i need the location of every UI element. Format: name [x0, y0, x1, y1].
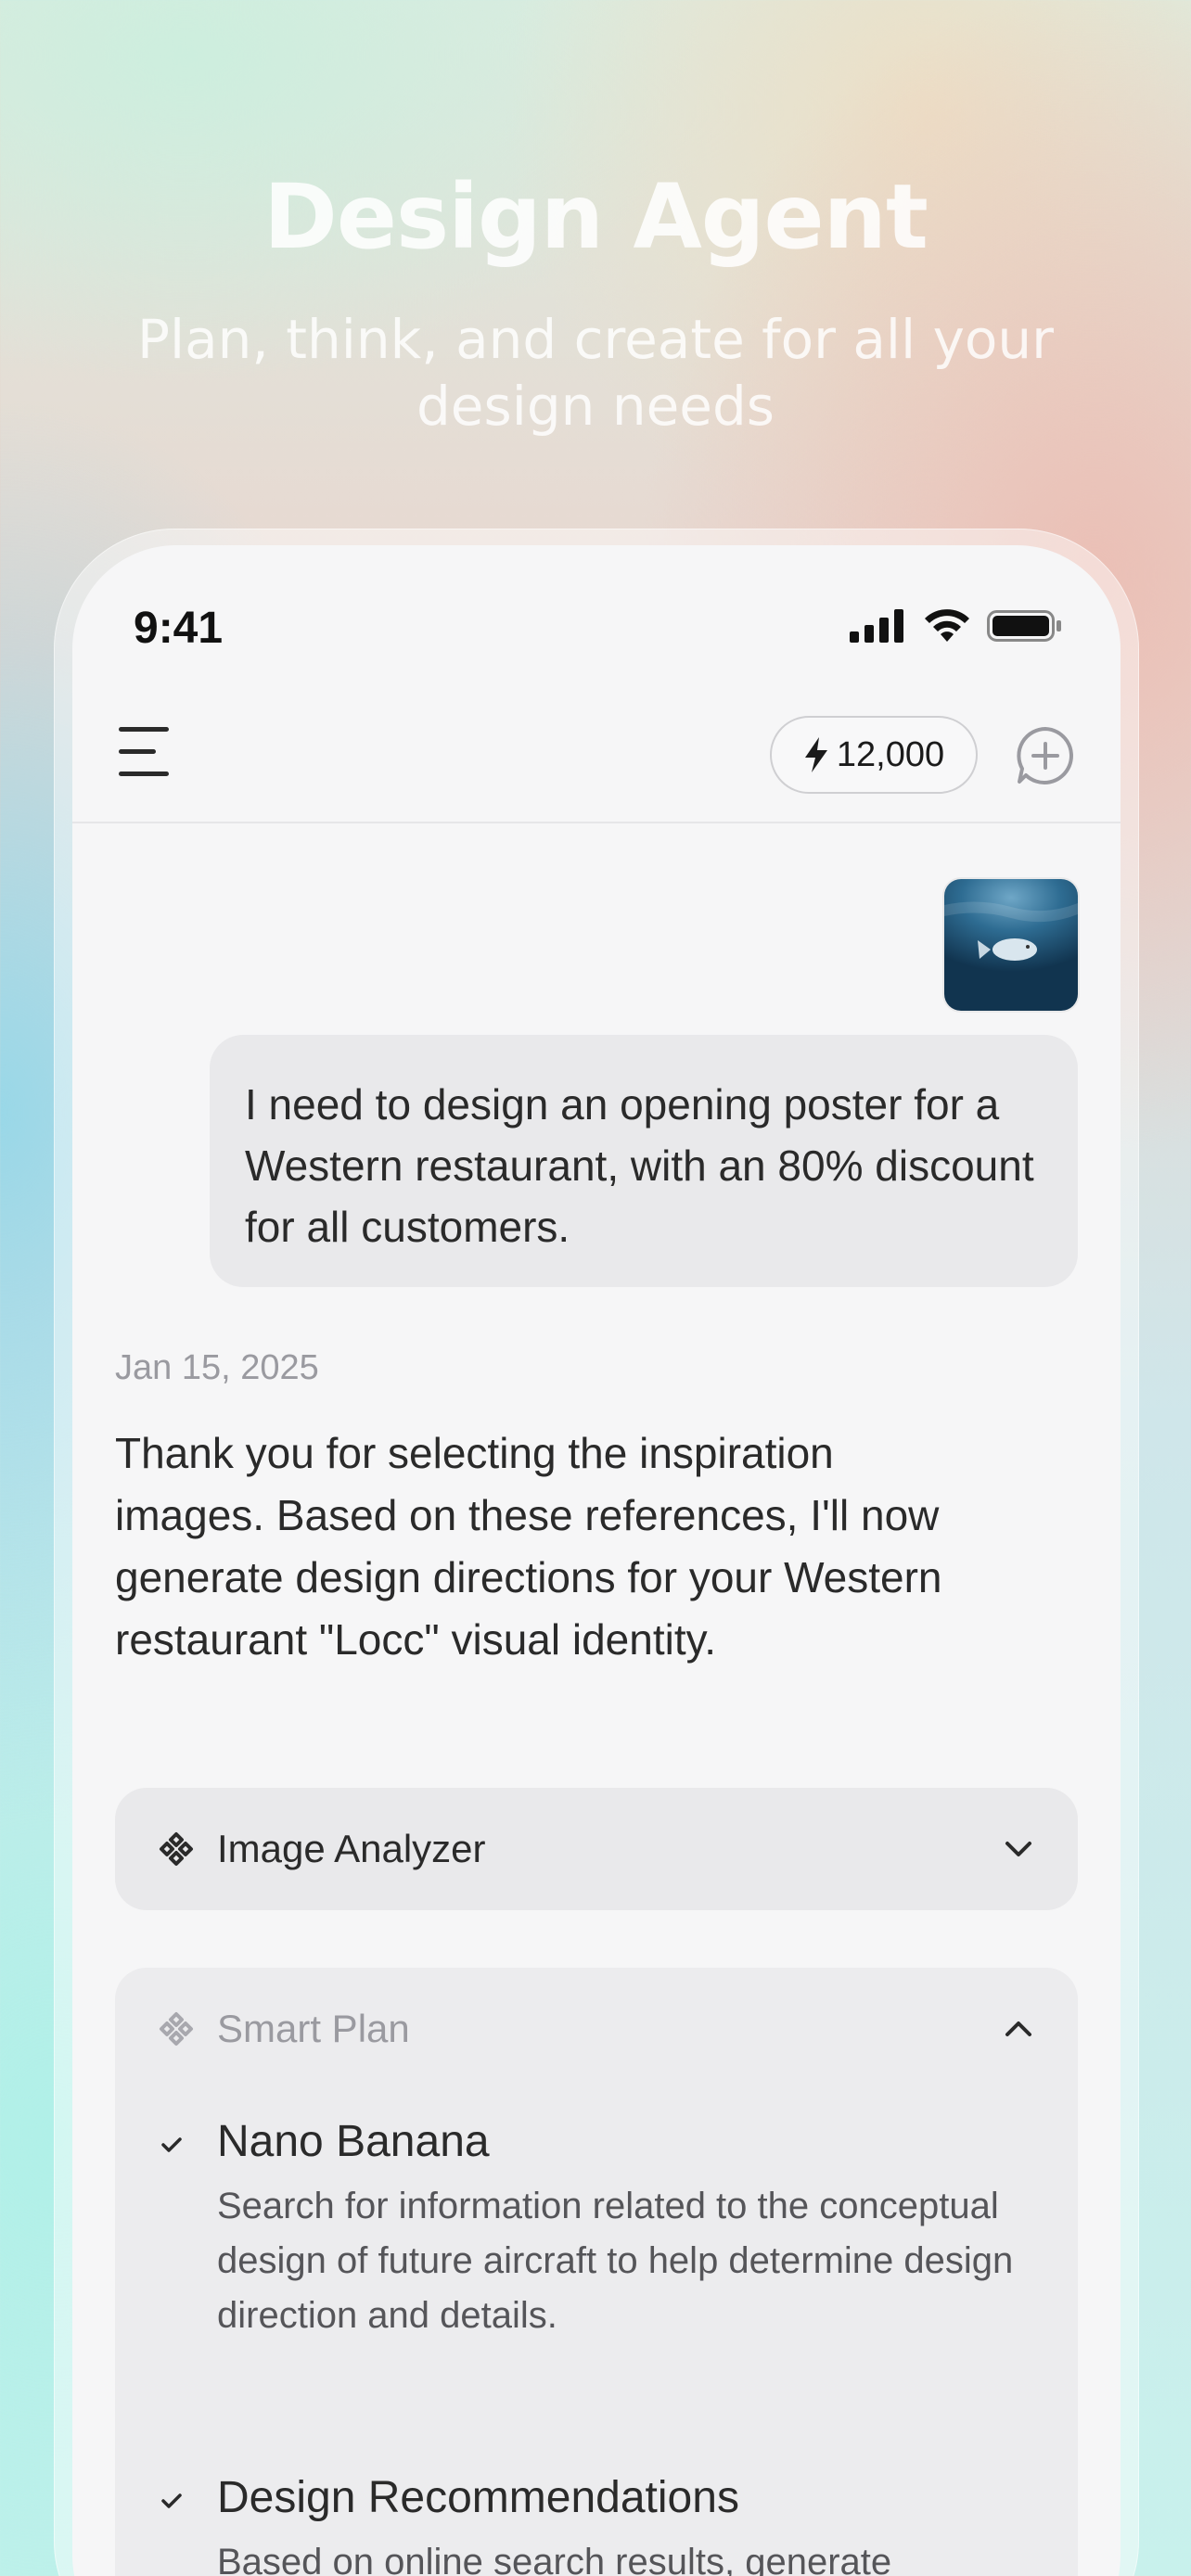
plan-step-title: Nano Banana — [217, 2117, 490, 2166]
chevron-down-icon[interactable] — [1002, 1832, 1035, 1866]
chevron-up-icon[interactable] — [1002, 2012, 1035, 2046]
hamburger-menu-icon — [119, 727, 169, 732]
status-time: 9:41 — [134, 604, 224, 653]
smart-plan-label: Smart Plan — [217, 2007, 410, 2050]
menu-button[interactable] — [119, 725, 174, 779]
agent-tool-icon — [160, 1832, 193, 1866]
cellular-signal-icon — [850, 609, 903, 643]
assistant-message: Thank you for selecting the inspiration … — [115, 1429, 942, 1664]
nav-divider — [72, 822, 1121, 823]
smart-plan-card[interactable]: Smart Plan Nano Banana Search for inform… — [115, 1968, 1078, 2576]
plan-step-title: Design Recommendations — [217, 2473, 739, 2522]
hero-title: Design Agent — [263, 165, 928, 269]
fish-icon — [944, 901, 1078, 961]
check-icon — [161, 2137, 182, 2152]
check-icon — [161, 2493, 182, 2508]
message-date: Jan 15, 2025 — [115, 1348, 319, 1387]
agent-tool-icon — [160, 2012, 193, 2046]
credits-count: 12,000 — [836, 734, 945, 774]
image-analyzer-card[interactable]: Image Analyzer — [115, 1788, 1078, 1910]
attachment-image[interactable] — [944, 879, 1078, 1011]
user-message: I need to design an opening poster for a… — [210, 1035, 1078, 1287]
credits-button[interactable]: 12,000 — [770, 716, 978, 794]
plan-step-description: Based on online search results, generate — [217, 2542, 892, 2576]
plan-step-description: Search for information related to the co… — [217, 2186, 1014, 2336]
image-analyzer-label: Image Analyzer — [217, 1827, 486, 1870]
hamburger-line — [119, 772, 169, 776]
battery-icon — [987, 610, 1061, 642]
wifi-icon — [925, 609, 969, 642]
chat-plus-icon[interactable] — [1015, 725, 1076, 786]
hero-subtitle: Plan, think, and create for all your des… — [136, 308, 1054, 438]
lightning-bolt-icon — [804, 737, 827, 772]
status-icons — [850, 607, 1063, 644]
hamburger-line — [119, 749, 156, 754]
